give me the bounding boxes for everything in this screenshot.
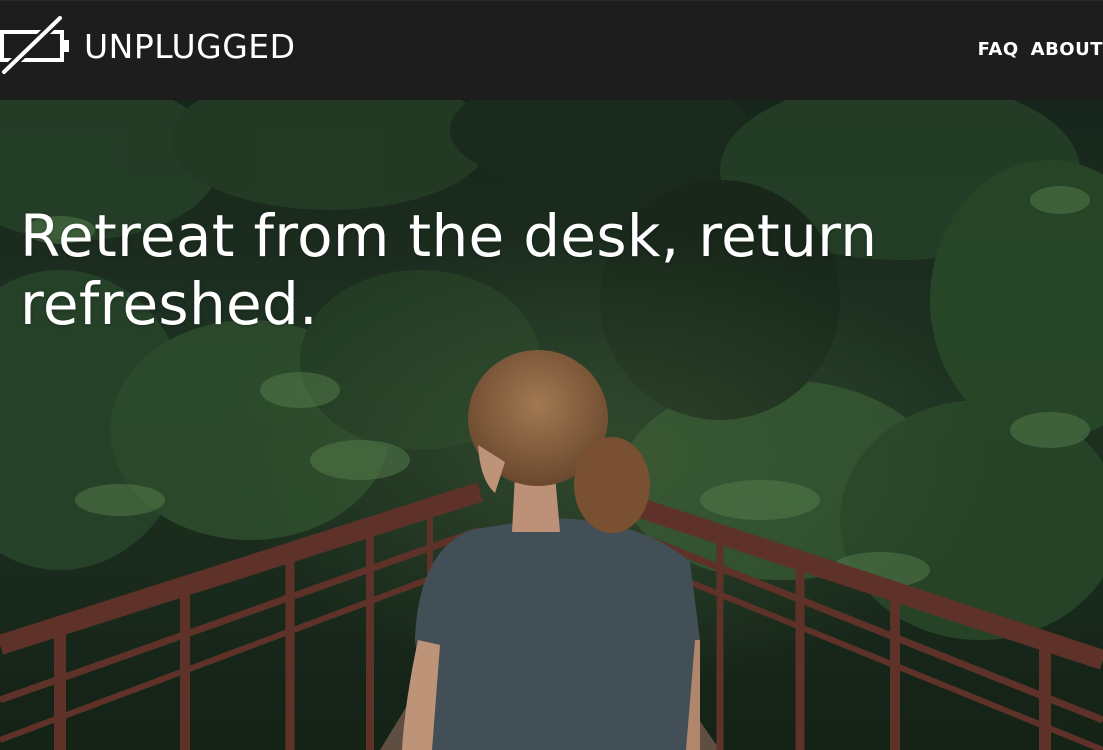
site-header: UNPLUGGED FAQ ABOUT [0,0,1103,101]
brand-name: UNPLUGGED [84,26,296,66]
nav-faq-link[interactable]: FAQ [978,39,1019,60]
hero-headline: Retreat from the desk, return refreshed. [20,202,878,338]
battery-off-icon [0,15,69,76]
landing-page: UNPLUGGED FAQ ABOUT Retreat from the des… [0,0,1103,750]
woman-on-forest-bridge-photo [0,100,1103,750]
hero-section: Retreat from the desk, return refreshed. [0,100,1103,750]
logo-link[interactable]: UNPLUGGED [0,15,296,77]
main-nav: FAQ ABOUT [978,39,1103,60]
nav-about-link[interactable]: ABOUT [1031,39,1103,60]
